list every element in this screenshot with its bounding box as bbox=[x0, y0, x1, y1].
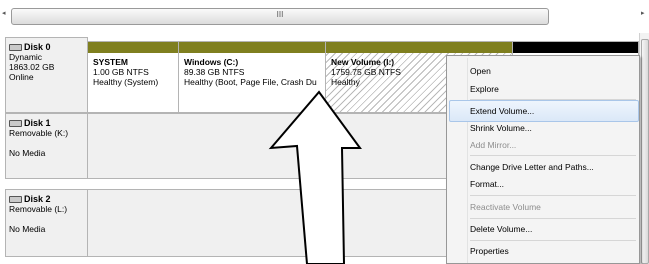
disk-status: No Media bbox=[9, 148, 46, 158]
scroll-grip-icon: III bbox=[276, 10, 284, 19]
partition-bar bbox=[326, 42, 512, 53]
disk-name: Disk 0 bbox=[24, 42, 51, 52]
menu-item-reactivate-volume[interactable]: Reactivate Volume bbox=[470, 198, 541, 216]
partition-size: 89.38 GB NTFS bbox=[184, 67, 245, 77]
disk-status: No Media bbox=[9, 224, 46, 234]
menu-item-open[interactable]: Open bbox=[470, 62, 491, 80]
disk-size: 1863.02 GB bbox=[9, 62, 55, 72]
partition-bar bbox=[88, 42, 178, 53]
menu-item-change-drive-letter[interactable]: Change Drive Letter and Paths... bbox=[470, 158, 594, 176]
scroll-left-arrow-icon[interactable]: ◂ bbox=[2, 9, 6, 17]
disk-status: Online bbox=[9, 72, 34, 82]
horizontal-scrollbar[interactable]: ◂ III ▸ bbox=[0, 0, 649, 33]
disk-0-label[interactable]: Disk 0 Dynamic 1863.02 GB Online bbox=[5, 37, 88, 113]
removable-disk-icon bbox=[9, 196, 22, 204]
disk-type: Dynamic bbox=[9, 52, 43, 62]
partition-bar bbox=[513, 42, 638, 53]
partition-bar bbox=[179, 42, 325, 53]
disk-type: Removable (L:) bbox=[9, 204, 68, 214]
horizontal-scroll-thumb[interactable]: III bbox=[11, 8, 549, 25]
partition-size: 1.00 GB NTFS bbox=[93, 67, 149, 77]
menu-item-format[interactable]: Format... bbox=[470, 175, 504, 193]
up-arrow-icon bbox=[268, 90, 362, 264]
context-menu: Open Explore Extend Volume... Shrink Vol… bbox=[446, 55, 640, 264]
menu-item-explore[interactable]: Explore bbox=[470, 80, 499, 98]
partition-system[interactable]: SYSTEM 1.00 GB NTFS Healthy (System) bbox=[88, 41, 179, 113]
menu-item-add-mirror[interactable]: Add Mirror... bbox=[470, 136, 516, 154]
scroll-right-arrow-icon[interactable]: ▸ bbox=[641, 9, 645, 17]
menu-item-extend-volume[interactable]: Extend Volume... bbox=[470, 102, 534, 120]
disk-1-label[interactable]: Disk 1 Removable (K:) No Media bbox=[5, 113, 88, 179]
vertical-scrollbar[interactable] bbox=[639, 33, 649, 264]
partition-name: SYSTEM bbox=[93, 57, 128, 67]
hard-disk-icon bbox=[9, 44, 22, 52]
disk-type: Removable (K:) bbox=[9, 128, 69, 138]
disk-name: Disk 2 bbox=[24, 194, 51, 204]
partition-name: Windows (C:) bbox=[184, 57, 239, 67]
disk-2-label[interactable]: Disk 2 Removable (L:) No Media bbox=[5, 189, 88, 257]
menu-item-delete-volume[interactable]: Delete Volume... bbox=[470, 220, 532, 238]
partition-status: Healthy (Boot, Page File, Crash Du bbox=[184, 77, 317, 87]
menu-item-properties[interactable]: Properties bbox=[470, 242, 509, 260]
disk-name: Disk 1 bbox=[24, 118, 51, 128]
partition-status: Healthy (System) bbox=[93, 77, 159, 87]
menu-item-shrink-volume[interactable]: Shrink Volume... bbox=[470, 119, 532, 137]
vertical-scroll-thumb[interactable] bbox=[641, 39, 649, 264]
removable-disk-icon bbox=[9, 120, 22, 128]
